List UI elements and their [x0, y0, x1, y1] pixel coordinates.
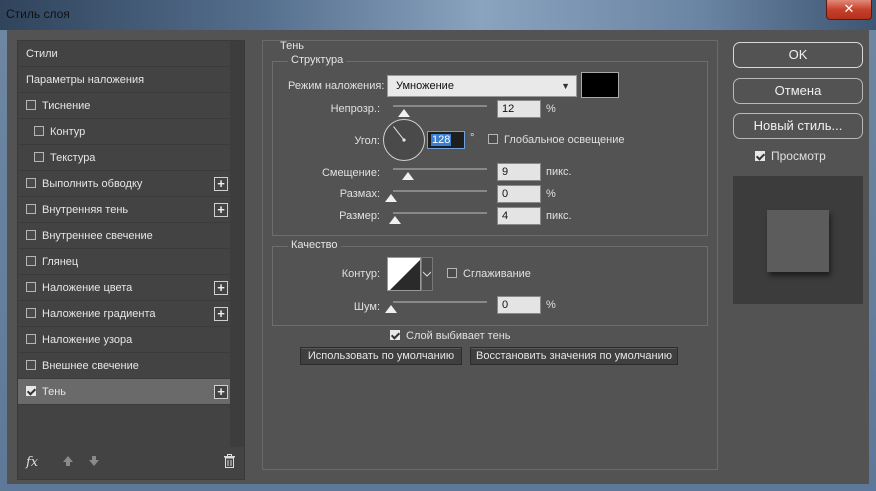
styles-footer: fx: [18, 445, 244, 479]
style-item-checkbox[interactable]: [26, 204, 36, 215]
preview-checkbox[interactable]: Просмотр: [755, 149, 826, 163]
style-item[interactable]: Текстура: [18, 145, 230, 171]
layer-style-window: Стиль слоя ✕ Стили Параметры наложения Тис…: [0, 0, 876, 491]
style-item-checkbox[interactable]: [26, 308, 36, 319]
style-item-label: Тиснение: [42, 100, 91, 112]
window-title: Стиль слоя: [6, 7, 70, 21]
add-effect-icon[interactable]: +: [214, 281, 228, 295]
style-item[interactable]: Наложение цвета +: [18, 275, 230, 301]
style-item-label: Наложение градиента: [42, 308, 156, 320]
cancel-button[interactable]: Отмена: [733, 78, 863, 104]
style-item-label: Выполнить обводку: [42, 178, 143, 190]
new-style-button[interactable]: Новый стиль...: [733, 113, 863, 139]
style-item-label: Внешнее свечение: [42, 360, 139, 372]
style-item-label: Наложение цвета: [42, 282, 133, 294]
style-item-checkbox[interactable]: [34, 152, 44, 163]
style-preview: [733, 176, 863, 304]
add-effect-icon[interactable]: +: [214, 307, 228, 321]
preview-label: Просмотр: [771, 149, 826, 163]
style-item[interactable]: Глянец: [18, 249, 230, 275]
ok-button[interactable]: OK: [733, 42, 863, 68]
preview-checkbox-box[interactable]: [755, 150, 765, 161]
style-item-label: Стили: [26, 48, 58, 60]
style-item-checkbox[interactable]: [26, 386, 36, 397]
style-item-checkbox[interactable]: [26, 100, 36, 111]
close-button[interactable]: ✕: [826, 0, 872, 20]
style-item-label: Контур: [50, 126, 86, 138]
style-item-checkbox[interactable]: [26, 178, 36, 189]
style-item[interactable]: Внутренняя тень +: [18, 197, 230, 223]
style-item-label: Тень: [42, 386, 67, 398]
style-item-checkbox[interactable]: [26, 282, 36, 293]
add-effect-icon[interactable]: +: [214, 385, 228, 399]
style-item[interactable]: Наложение градиента +: [18, 301, 230, 327]
arrow-up-icon[interactable]: [62, 455, 74, 470]
style-item[interactable]: Тень +: [18, 379, 230, 405]
add-effect-icon[interactable]: +: [214, 177, 228, 191]
style-item-checkbox[interactable]: [26, 230, 36, 241]
style-item-label: Наложение узора: [42, 334, 133, 346]
style-item-checkbox[interactable]: [26, 360, 36, 371]
style-item[interactable]: Выполнить обводку +: [18, 171, 230, 197]
style-item-label: Текстура: [50, 152, 96, 164]
style-item[interactable]: Наложение узора: [18, 327, 230, 353]
style-item-checkbox[interactable]: [34, 126, 44, 137]
style-item-label: Внутренняя тень: [42, 204, 129, 216]
dialog-client: Стили Параметры наложения Тиснение Контур Те…: [7, 30, 869, 484]
add-effect-icon[interactable]: +: [214, 203, 228, 217]
style-item-label: Глянец: [42, 256, 79, 268]
style-item[interactable]: Внешнее свечение: [18, 353, 230, 379]
style-item-label: Внутреннее свечение: [42, 230, 153, 242]
style-item-label: Параметры наложения: [26, 74, 145, 86]
style-item[interactable]: Параметры наложения: [18, 67, 230, 93]
title-bar: Стиль слоя ✕: [0, 0, 876, 30]
arrow-down-icon[interactable]: [88, 455, 100, 470]
styles-scrollbar[interactable]: [230, 41, 244, 447]
settings-panel-frame: [262, 40, 718, 470]
styles-panel: Стили Параметры наложения Тиснение Контур Те…: [17, 40, 245, 480]
trash-icon[interactable]: [223, 454, 236, 471]
preview-swatch: [767, 210, 829, 272]
style-item[interactable]: Контур: [18, 119, 230, 145]
styles-list: Стили Параметры наложения Тиснение Контур Те…: [18, 41, 230, 405]
fx-icon[interactable]: fx: [26, 455, 38, 470]
style-item-checkbox[interactable]: [26, 334, 36, 345]
style-item[interactable]: Тиснение: [18, 93, 230, 119]
style-item-checkbox[interactable]: [26, 256, 36, 267]
style-item[interactable]: Стили: [18, 41, 230, 67]
style-item[interactable]: Внутреннее свечение: [18, 223, 230, 249]
